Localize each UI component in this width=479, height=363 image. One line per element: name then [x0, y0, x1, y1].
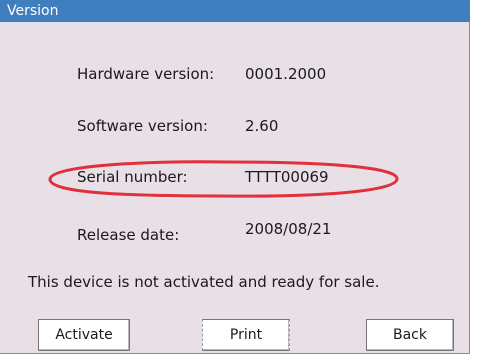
software-version-label: Software version: — [77, 117, 208, 135]
hardware-version-value: 0001.2000 — [245, 65, 327, 83]
software-version-value: 2.60 — [245, 117, 279, 135]
version-window: Version Hardware version: 0001.2000 Soft… — [0, 0, 470, 354]
release-date-label: Release date: — [77, 226, 180, 244]
back-button[interactable]: Back — [366, 319, 454, 351]
serial-highlight-ring — [48, 160, 399, 198]
title-bar: Version — [0, 0, 470, 22]
activate-button[interactable]: Activate — [38, 319, 130, 351]
activation-status-message: This device is not activated and ready f… — [28, 273, 380, 291]
release-date-value: 2008/08/21 — [245, 220, 332, 238]
hardware-version-label: Hardware version: — [77, 65, 215, 83]
print-button[interactable]: Print — [202, 319, 290, 351]
